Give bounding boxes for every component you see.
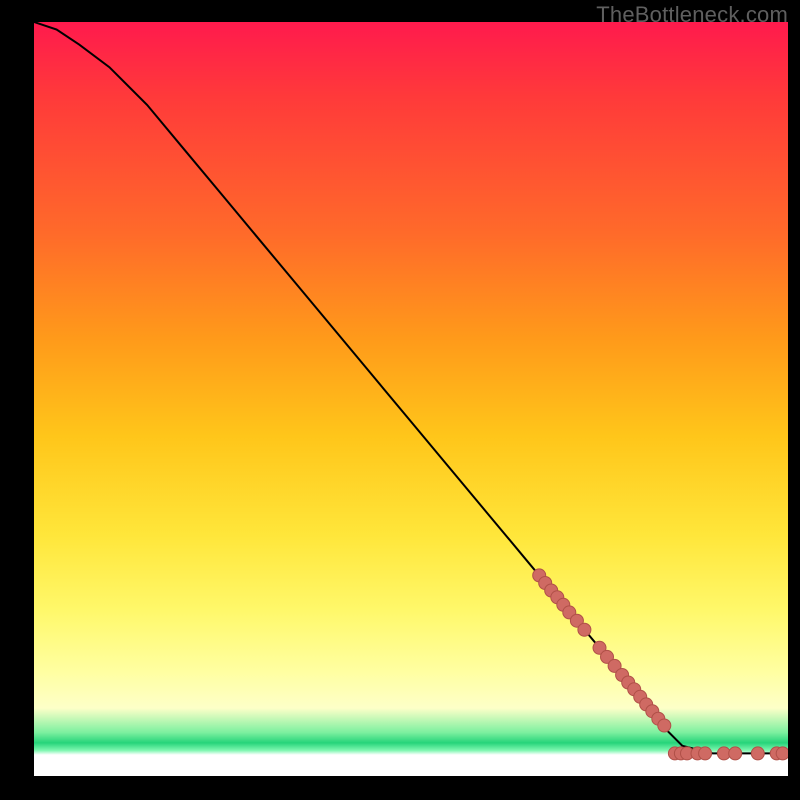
data-marker (751, 747, 764, 760)
scatter-markers (533, 569, 788, 760)
watermark-text: TheBottleneck.com (596, 2, 788, 28)
data-marker (658, 719, 671, 732)
data-marker (776, 747, 788, 760)
chart-svg (34, 22, 788, 776)
data-marker (729, 747, 742, 760)
chart-frame (34, 22, 788, 776)
data-marker (699, 747, 712, 760)
curve-path (34, 22, 788, 753)
data-marker (578, 623, 591, 636)
